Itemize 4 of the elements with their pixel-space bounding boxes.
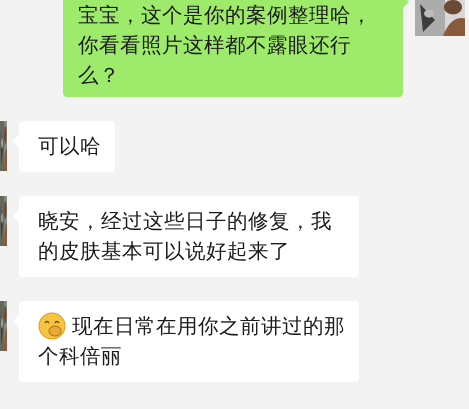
- message-text: 现在日常在用你之前讲过的那个科倍丽: [38, 313, 345, 370]
- message-text: 晓安，经过这些日子的修复，我的皮肤基本可以说好起来了: [38, 208, 333, 265]
- message-text: 可以哈: [38, 133, 101, 160]
- message-text: 宝宝，这个是你的案例整理哈，你看看照片这样都不露眼还行么？: [78, 2, 373, 89]
